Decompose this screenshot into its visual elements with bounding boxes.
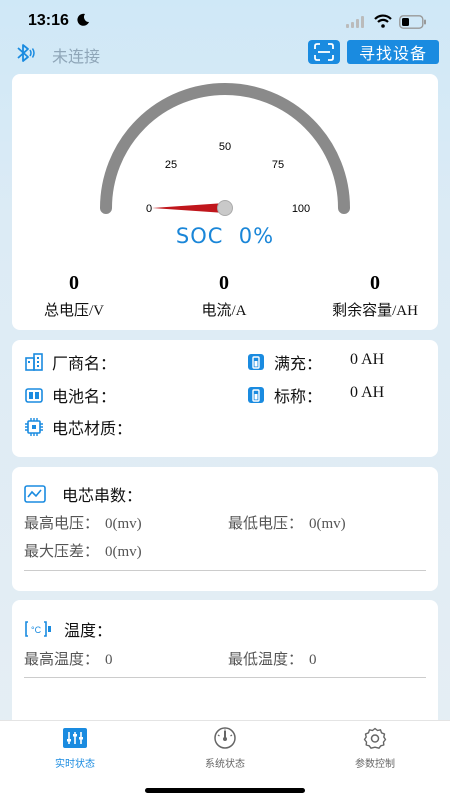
sliders-icon xyxy=(63,728,87,748)
temperature-title-row: °C 温度： xyxy=(24,617,112,641)
chip-icon xyxy=(25,418,43,436)
min-voltage: 最低电压： 0(mv) xyxy=(228,512,346,533)
gauge-tick-75: 75 xyxy=(272,159,284,171)
soc-readout: SOC 0% xyxy=(12,224,438,248)
min-voltage-label: 最低电压： xyxy=(228,514,304,532)
soc-label: SOC xyxy=(175,224,224,248)
total-voltage-label: 总电压/V xyxy=(43,303,104,319)
max-temp-value: 0 xyxy=(105,652,113,668)
current-stat: 0 电流/A xyxy=(154,272,294,320)
signal-icon xyxy=(346,16,364,28)
battery-pack-icon xyxy=(25,388,43,403)
full-charge-label: 满充： xyxy=(274,354,323,373)
gauge-tick-25: 25 xyxy=(165,159,177,171)
tab-bar: 实时状态 系统状态 参数控制 xyxy=(0,720,450,800)
svg-text:°C: °C xyxy=(31,625,42,635)
find-device-button[interactable]: 寻找设备 xyxy=(347,40,439,64)
nominal-row: 标称： xyxy=(246,383,322,407)
scan-button[interactable] xyxy=(308,40,340,64)
temperature-title: 温度： xyxy=(64,621,113,640)
gauge-hub xyxy=(217,200,233,216)
top-bar: 未连接 寻找设备 xyxy=(0,38,450,68)
tab-system-label: 系统状态 xyxy=(205,759,245,770)
battery-name-label: 电池名： xyxy=(52,387,117,406)
cell-series-title-row: 电芯串数： xyxy=(24,482,142,506)
gauge-tick-100: 100 xyxy=(292,203,310,215)
temperature-card: °C 温度： 最高温度： 0 最低温度： 0 xyxy=(12,600,438,740)
home-indicator[interactable] xyxy=(145,788,305,793)
nominal-value: 0 AH xyxy=(350,384,385,401)
battery-icon xyxy=(399,15,426,29)
battery-info-card: 厂商名： 电池名： 电芯材质： 满充： 0 AH 标称： 0 AH xyxy=(12,340,438,457)
tab-realtime-status[interactable]: 实时状态 xyxy=(25,727,125,770)
status-time: 13:16 xyxy=(28,12,69,29)
moon-icon xyxy=(77,13,89,26)
wave-chart-icon xyxy=(24,485,46,503)
max-voltage-diff: 最大压差： 0(mv) xyxy=(24,540,142,561)
min-voltage-value: 0(mv) xyxy=(309,516,346,532)
full-charge-row: 满充： xyxy=(246,350,322,374)
tab-system-status[interactable]: 系统状态 xyxy=(175,727,275,770)
cell-series-title: 电芯串数： xyxy=(62,486,143,505)
manufacturer-label: 厂商名： xyxy=(52,354,117,373)
current-value: 0 xyxy=(219,272,229,294)
gauge-tick-0: 0 xyxy=(146,203,152,215)
cell-series-card: 电芯串数： 最高电压： 0(mv) 最低电压： 0(mv) 最大压差： 0(mv) xyxy=(12,467,438,591)
max-voltage: 最高电压： 0(mv) xyxy=(24,512,142,533)
total-voltage-value: 0 xyxy=(69,272,79,294)
battery-full-icon xyxy=(248,354,264,370)
max-diff-label: 最大压差： xyxy=(24,542,100,560)
max-voltage-label: 最高电压： xyxy=(24,514,100,532)
full-charge-value: 0 AH xyxy=(350,351,385,368)
tab-parameter-control[interactable]: 参数控制 xyxy=(325,727,425,770)
min-temp-value: 0 xyxy=(309,652,317,668)
min-temperature: 最低温度： 0 xyxy=(228,648,317,669)
soc-gauge-card: 0 25 50 75 100 SOC 0% 0 总电压/V 0 电流/A 0 剩… xyxy=(12,74,438,330)
cell-material-label: 电芯材质： xyxy=(52,419,133,438)
bluetooth-icon[interactable] xyxy=(14,41,36,65)
max-diff-value: 0(mv) xyxy=(105,544,142,560)
max-voltage-value: 0(mv) xyxy=(105,516,142,532)
gauge-tick-50: 50 xyxy=(219,141,231,153)
building-icon xyxy=(25,353,43,371)
gear-icon xyxy=(363,727,387,749)
scan-icon xyxy=(314,43,334,61)
temperature-icon: °C xyxy=(25,621,51,637)
remaining-capacity-label: 剩余容量/AH xyxy=(332,303,418,319)
remaining-capacity-stat: 0 剩余容量/AH xyxy=(300,272,450,320)
max-temp-label: 最高温度： xyxy=(24,650,100,668)
tab-parameter-label: 参数控制 xyxy=(355,759,395,770)
total-voltage-stat: 0 总电压/V xyxy=(4,272,144,320)
divider xyxy=(24,570,426,571)
gauge-needle xyxy=(152,203,225,213)
tab-realtime-label: 实时状态 xyxy=(55,759,95,770)
current-label: 电流/A xyxy=(201,303,247,319)
connection-status: 未连接 xyxy=(52,47,101,66)
nominal-label: 标称： xyxy=(274,387,323,406)
manufacturer-row: 厂商名： xyxy=(24,350,116,374)
wifi-icon xyxy=(374,14,392,28)
battery-nominal-icon xyxy=(248,387,264,403)
soc-gauge: 0 25 50 75 100 xyxy=(100,83,350,216)
battery-name-row: 电池名： xyxy=(24,383,116,407)
min-temp-label: 最低温度： xyxy=(228,650,304,668)
divider xyxy=(24,677,426,678)
gauge-icon xyxy=(214,727,236,749)
cell-material-row: 电芯材质： xyxy=(24,415,132,439)
soc-value: 0% xyxy=(238,224,275,248)
remaining-capacity-value: 0 xyxy=(370,272,380,294)
max-temperature: 最高温度： 0 xyxy=(24,648,113,669)
